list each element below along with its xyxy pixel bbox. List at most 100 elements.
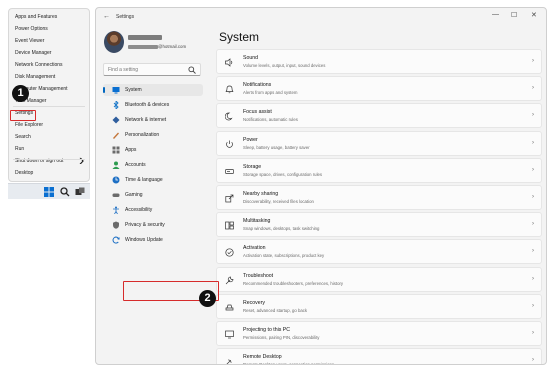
sidebar-item-network-internet[interactable]: Network & internet <box>103 114 203 126</box>
winx-item-disk-management[interactable]: Disk Management <box>9 71 89 83</box>
system-icon <box>112 86 120 94</box>
winx-item-desktop[interactable]: Desktop <box>9 167 89 179</box>
settings-card-power[interactable]: Power Sleep, battery usage, battery saver… <box>216 130 542 156</box>
search-icon[interactable] <box>60 187 70 197</box>
winx-item-shut-down-or-sign-out[interactable]: Shut down or sign out <box>9 155 89 167</box>
settings-card-sound[interactable]: Sound Volume levels, output, input, sound… <box>216 49 542 74</box>
settings-card-projecting-to-this-pc[interactable]: Projecting to this PC Permissions, pairin… <box>216 321 542 346</box>
sidebar-item-label: Apps <box>125 147 137 153</box>
card-subtitle: Alerts from apps and system <box>243 90 298 96</box>
multitask-icon <box>225 221 234 230</box>
settings-card-remote-desktop[interactable]: Remote Desktop Remote Desktop users, conn… <box>216 348 542 364</box>
settings-card-focus-assist[interactable]: Focus assist Notifications, automatic rul… <box>216 103 542 129</box>
winx-item-device-manager[interactable]: Device Manager <box>9 47 89 59</box>
card-subtitle: Recommended troubleshooters, preferences… <box>243 280 344 286</box>
maximize-button[interactable]: ☐ <box>511 11 517 19</box>
sidebar-item-label: Accessibility <box>125 207 153 213</box>
winx-item-apps-and-features[interactable]: Apps and Features <box>9 11 89 23</box>
menu-divider <box>13 106 85 107</box>
page-title: System <box>219 30 260 44</box>
apps-icon <box>112 146 120 154</box>
avatar[interactable] <box>104 31 124 53</box>
sidebar-item-privacy-security[interactable]: Privacy & security <box>103 219 203 231</box>
task-view-icon[interactable] <box>75 187 85 197</box>
windows-start-icon[interactable] <box>44 187 54 197</box>
card-subtitle: Sleep, battery usage, battery saver <box>243 144 310 150</box>
title-bar: ← Settings — ☐ ✕ <box>96 8 546 28</box>
chevron-right-icon: › <box>532 58 534 64</box>
settings-card-troubleshoot[interactable]: Troubleshoot Recommended troubleshooters,… <box>216 266 542 292</box>
bell-icon <box>225 85 234 94</box>
active-indicator <box>103 87 105 93</box>
sidebar-item-label: Privacy & security <box>125 222 165 228</box>
card-subtitle: Reset, advanced startup, go back <box>243 307 308 313</box>
share-icon <box>225 194 234 203</box>
chevron-right-icon: › <box>532 139 534 146</box>
bluetooth-icon <box>112 101 120 109</box>
card-title: Projecting to this PC <box>243 327 290 333</box>
sidebar-item-accounts[interactable]: Accounts <box>103 159 203 171</box>
settings-card-activation[interactable]: Activation Activation state, subscription… <box>216 239 542 265</box>
card-subtitle: Activation state, subscriptions, product… <box>243 253 325 259</box>
chevron-right-icon: › <box>532 112 534 119</box>
card-title: Multitasking <box>243 218 271 225</box>
close-button[interactable]: ✕ <box>531 11 537 19</box>
taskbar <box>8 183 90 199</box>
recovery-icon <box>225 303 234 312</box>
settings-card-storage[interactable]: Storage Storage space, drives, configurat… <box>216 157 542 183</box>
card-title: Power <box>243 136 258 143</box>
chevron-right-icon: › <box>532 357 534 364</box>
settings-card-nearby-sharing[interactable]: Nearby sharing Discoverability, received … <box>216 185 542 210</box>
accounts-icon <box>112 161 120 169</box>
back-arrow-icon[interactable]: ← <box>103 13 110 20</box>
card-title: Notifications <box>243 82 272 89</box>
profile-email: @hotmail.com <box>128 44 186 49</box>
search-input[interactable]: Find a setting <box>103 63 201 76</box>
winx-item-event-viewer[interactable]: Event Viewer <box>9 35 89 47</box>
settings-card-multitasking[interactable]: Multitasking Snap windows, desktops, task… <box>216 212 542 238</box>
card-subtitle: Discoverability, received files location <box>243 199 314 204</box>
chevron-right-icon: › <box>532 166 534 173</box>
minimize-button[interactable]: — <box>492 11 499 18</box>
card-subtitle: Volume levels, output, input, sound devi… <box>243 63 326 68</box>
sidebar-item-system[interactable]: System <box>103 84 203 96</box>
sidebar-item-label: Personalization <box>125 132 160 138</box>
sidebar-item-personalization[interactable]: Personalization <box>103 129 203 141</box>
projector-icon <box>225 330 234 339</box>
sidebar-item-label: Windows Update <box>125 237 163 243</box>
winx-item-power-options[interactable]: Power Options <box>9 23 89 35</box>
winx-item-search[interactable]: Search <box>9 131 89 143</box>
sidebar-item-label: Gaming <box>125 192 143 198</box>
remote-icon <box>225 357 234 364</box>
settings-card-recovery[interactable]: Recovery Reset, advanced startup, go back… <box>216 293 542 319</box>
sidebar-item-apps[interactable]: Apps <box>103 144 203 156</box>
sidebar-item-label: System <box>125 87 142 93</box>
chevron-right-icon: › <box>532 85 534 92</box>
sidebar-item-label: Time & language <box>125 177 163 183</box>
card-subtitle: Notifications, automatic rules <box>243 117 298 123</box>
email-domain: @hotmail.com <box>158 44 187 49</box>
search-placeholder: Find a setting <box>108 67 139 73</box>
winx-item-network-connections[interactable]: Network Connections <box>9 59 89 71</box>
settings-window: ← Settings — ☐ ✕ @hotmail.com Find a set… <box>95 7 547 365</box>
card-title: Focus assist <box>243 109 272 116</box>
sidebar-item-accessibility[interactable]: Accessibility <box>103 204 203 216</box>
card-subtitle: Snap windows, desktops, task switching <box>243 226 320 232</box>
sidebar-item-gaming[interactable]: Gaming <box>103 189 203 201</box>
accessibility-icon <box>112 206 120 214</box>
network-icon <box>112 116 120 124</box>
sidebar-item-label: Bluetooth & devices <box>125 102 170 108</box>
winx-item-run[interactable]: Run <box>9 143 89 155</box>
sidebar-item-windows-update[interactable]: Windows Update <box>103 234 203 246</box>
step-1-badge: 1 <box>12 85 29 102</box>
card-subtitle: Storage space, drives, configuration rul… <box>243 171 323 177</box>
chevron-right-icon: › <box>532 330 534 336</box>
email-redacted <box>128 44 158 49</box>
sidebar-item-bluetooth-devices[interactable]: Bluetooth & devices <box>103 99 203 111</box>
settings-card-notifications[interactable]: Notifications Alerts from apps and system… <box>216 76 542 102</box>
sidebar-item-time-language[interactable]: Time & language <box>103 174 203 186</box>
card-subtitle: Permissions, pairing PIN, discoverabilit… <box>243 335 320 340</box>
storage-icon <box>225 167 234 176</box>
chevron-right-icon: › <box>532 248 534 255</box>
sidebar-item-label: Accounts <box>125 162 146 168</box>
